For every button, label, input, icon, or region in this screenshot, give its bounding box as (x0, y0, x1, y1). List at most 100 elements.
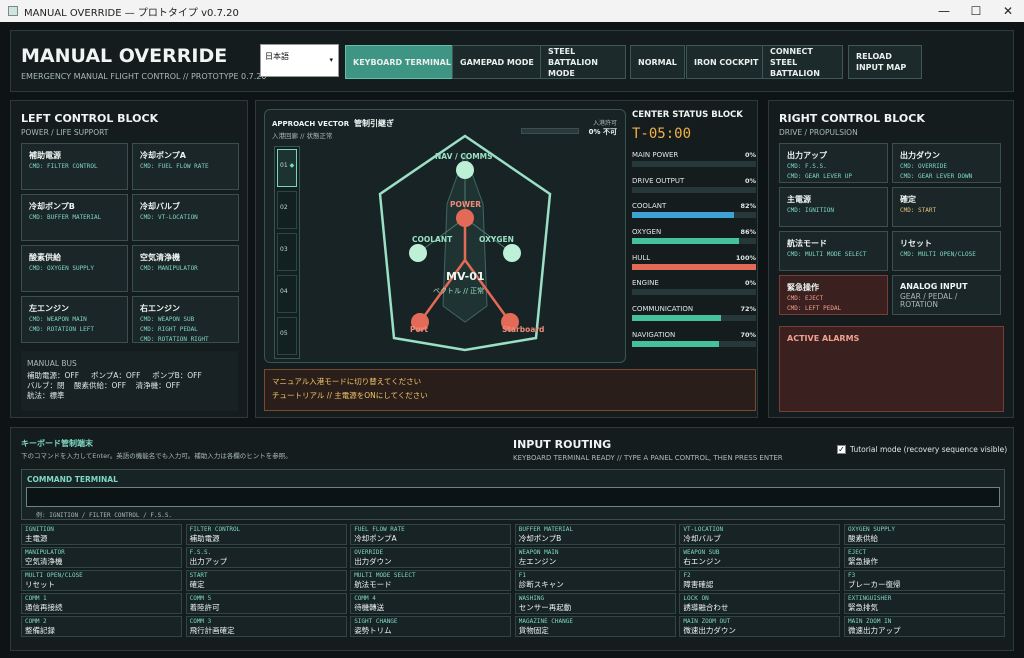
checkbox[interactable]: ✓ (837, 445, 846, 454)
status-row: COMMUNICATION 72% (632, 300, 756, 326)
right-control-button[interactable]: 出力アップ CMD: F.S.S. CMD: GEAR LEVER UP (779, 143, 888, 183)
maximize-button[interactable]: ☐ (960, 4, 992, 18)
command-code: COMM 2 (25, 618, 47, 625)
connect-steel-battalion-button[interactable]: CONNECT STEEL BATTALION (762, 45, 843, 79)
right-control-button[interactable]: ANALOG INPUT GEAR / PEDAL / ROTATION (892, 275, 1001, 315)
status-row: OXYGEN 86% (632, 223, 756, 249)
command-chip[interactable]: BUFFER MATERIAL 冷却ポンプB (514, 524, 676, 545)
command-chip[interactable]: OXYGEN SUPPLY 酸素供給 (844, 524, 1005, 545)
command-code: VT-LOCATION (683, 526, 724, 533)
node-port[interactable]: Port (410, 325, 428, 334)
mode-iron-cockpit-button[interactable]: IRON COCKPIT (686, 45, 767, 79)
command-chip[interactable]: F2 障害確認 (679, 570, 841, 591)
status-label: COMMUNICATION (632, 305, 694, 314)
command-chip[interactable]: MULTI OPEN/CLOSE リセット (21, 570, 182, 591)
left-control-button[interactable]: 左エンジン CMD: WEAPON MAIN CMD: ROTATION LEFT (21, 296, 128, 343)
approach-vector: APPROACH VECTOR 管制引継ぎ 入港回廊 // 状態正常 入港許可 … (264, 109, 626, 363)
mode-normal-button[interactable]: NORMAL (630, 45, 685, 79)
command-chip[interactable]: COMM 2 整備記録 (21, 616, 182, 637)
command-chip[interactable]: EJECT 緊急操作 (844, 547, 1005, 568)
command-chip[interactable]: F1 診断スキャン (514, 570, 676, 591)
mode-steel-battalion-button[interactable]: STEEL BATTALION MODE (540, 45, 626, 79)
status-row: HULL 100% (632, 249, 756, 275)
command-code: SIGHT CHANGE (354, 618, 398, 625)
command-label: ブレーカー復帰 (848, 580, 901, 589)
command-chip[interactable]: F3 ブレーカー復帰 (844, 570, 1005, 591)
command-chip[interactable]: WASHING センサー再起動 (514, 593, 676, 614)
command-chip[interactable]: MULTI MODE SELECT 航法モード (350, 570, 512, 591)
command-chip[interactable]: MANIPULATOR 空気清浄機 (21, 547, 182, 568)
command-chip[interactable]: COMM 4 待機轉送 (350, 593, 512, 614)
status-row: MAIN POWER 0% (632, 146, 756, 172)
command-chip[interactable]: COMM 1 通信再接続 (21, 593, 182, 614)
node-power[interactable]: POWER (450, 200, 481, 209)
mode-keyboard-terminal-button[interactable]: KEYBOARD TERMINAL (345, 45, 459, 79)
right-control-button[interactable]: リセット CMD: MULTI OPEN/CLOSE (892, 231, 1001, 271)
keyboard-terminal-title: キーボード管制端末 (21, 439, 93, 448)
command-code: WEAPON MAIN (518, 549, 559, 556)
command-input[interactable] (26, 487, 1000, 507)
control-name: 右エンジン (140, 304, 180, 313)
header-panel: MANUAL OVERRIDE EMERGENCY MANUAL FLIGHT … (10, 30, 1014, 92)
left-control-button[interactable]: 右エンジン CMD: WEAPON SUB CMD: RIGHT PEDAL CMD:… (132, 296, 239, 343)
node-oxygen[interactable]: OXYGEN (479, 235, 514, 244)
command-chip[interactable]: F.S.S. 出力アップ (185, 547, 347, 568)
chevron-down-icon: ▾ (329, 56, 333, 64)
command-chip[interactable]: COMM 5 着陸許可 (185, 593, 347, 614)
mode-gamepad-button[interactable]: GAMEPAD MODE (452, 45, 542, 79)
command-chip[interactable]: VT-LOCATION 冷却バルブ (679, 524, 841, 545)
status-value: 86% (740, 228, 756, 237)
node-nav-comms[interactable]: NAV / COMMS (435, 152, 493, 161)
left-control-button[interactable]: 冷却ポンプB CMD: BUFFER MATERIAL (21, 194, 128, 241)
node-coolant[interactable]: COOLANT (412, 235, 452, 244)
status-bar-fill (632, 238, 739, 245)
right-control-button[interactable]: 緊急操作 CMD: EJECT CMD: LEFT PEDAL (779, 275, 888, 315)
control-command: CMD: WEAPON SUB (140, 316, 195, 323)
control-command: CMD: OVERRIDE (900, 163, 947, 170)
app-title: MANUAL OVERRIDE (21, 45, 228, 67)
active-alarms: ACTIVE ALARMS (779, 326, 1004, 412)
control-name: 冷却ポンプA (140, 151, 186, 160)
command-chip[interactable]: LOCK ON 誘導融合わせ (679, 593, 841, 614)
tutorial-mode-toggle[interactable]: ✓ Tutorial mode (recovery sequence visibl… (837, 445, 1007, 454)
node-starboard[interactable]: Starboard (502, 325, 544, 334)
command-chip[interactable]: START 確定 (185, 570, 347, 591)
control-command: CMD: OXYGEN SUPPLY (29, 265, 95, 272)
window-titlebar: MANUAL OVERRIDE — プロトタイプ v0.7.20 — ☐ ✕ (0, 0, 1024, 22)
right-control-button[interactable]: 確定 CMD: START (892, 187, 1001, 227)
command-chip[interactable]: COMM 3 飛行計画確定 (185, 616, 347, 637)
command-chip[interactable]: IGNITION 主電源 (21, 524, 182, 545)
right-control-button[interactable]: 主電源 CMD: IGNITION (779, 187, 888, 227)
left-control-button[interactable]: 酸素供給 CMD: OXYGEN SUPPLY (21, 245, 128, 292)
tutorial-message: マニュアル入港モードに切り替えてください (272, 377, 422, 386)
command-chip[interactable]: WEAPON MAIN 左エンジン (514, 547, 676, 568)
command-code: COMM 3 (189, 618, 212, 625)
command-chip[interactable]: FUEL FLOW RATE 冷却ポンプA (350, 524, 512, 545)
command-chip[interactable]: MAGAZINE CHANGE 貨物固定 (514, 616, 676, 637)
control-name: 空気清浄機 (140, 253, 180, 262)
control-name: ANALOG INPUT (900, 282, 968, 291)
command-chip[interactable]: FILTER CONTROL 補助電源 (185, 524, 347, 545)
left-block-title: LEFT CONTROL BLOCK (21, 112, 159, 125)
command-chip[interactable]: MAIN ZOOM IN 微速出力アップ (844, 616, 1005, 637)
command-chip[interactable]: WEAPON SUB 右エンジン (679, 547, 841, 568)
reload-input-map-button[interactable]: RELOAD INPUT MAP (848, 45, 922, 79)
command-chip[interactable]: OVERRIDE 出力ダウン (350, 547, 512, 568)
command-chip[interactable]: MAIN ZOOM OUT 微速出力ダウン (679, 616, 841, 637)
language-select[interactable]: 日本語 ▾ (260, 44, 339, 77)
left-control-button[interactable]: 補助電源 CMD: FILTER CONTROL (21, 143, 128, 190)
right-control-button[interactable]: 出力ダウン CMD: OVERRIDE CMD: GEAR LEVER DOWN (892, 143, 1001, 183)
minimize-button[interactable]: — (928, 4, 960, 18)
command-code: OXYGEN SUPPLY (848, 526, 895, 533)
left-control-button[interactable]: 空気清浄機 CMD: MANIPULATOR (132, 245, 239, 292)
command-code: COMM 5 (189, 595, 212, 602)
center-status-block: CENTER STATUS BLOCK T-05:00 MAIN POWER 0%… (632, 109, 756, 352)
close-button[interactable]: ✕ (992, 4, 1024, 18)
command-chip[interactable]: EXTINGUISHER 緊急排気 (844, 593, 1005, 614)
command-chip[interactable]: SIGHT CHANGE 姿勢トリム (350, 616, 512, 637)
left-control-button[interactable]: 冷却バルブ CMD: VT-LOCATION (132, 194, 239, 241)
status-label: COOLANT (632, 202, 667, 211)
left-control-button[interactable]: 冷却ポンプA CMD: FUEL FLOW RATE (132, 143, 239, 190)
right-control-button[interactable]: 航法モード CMD: MULTI MODE SELECT (779, 231, 888, 271)
command-code: IGNITION (25, 526, 54, 533)
